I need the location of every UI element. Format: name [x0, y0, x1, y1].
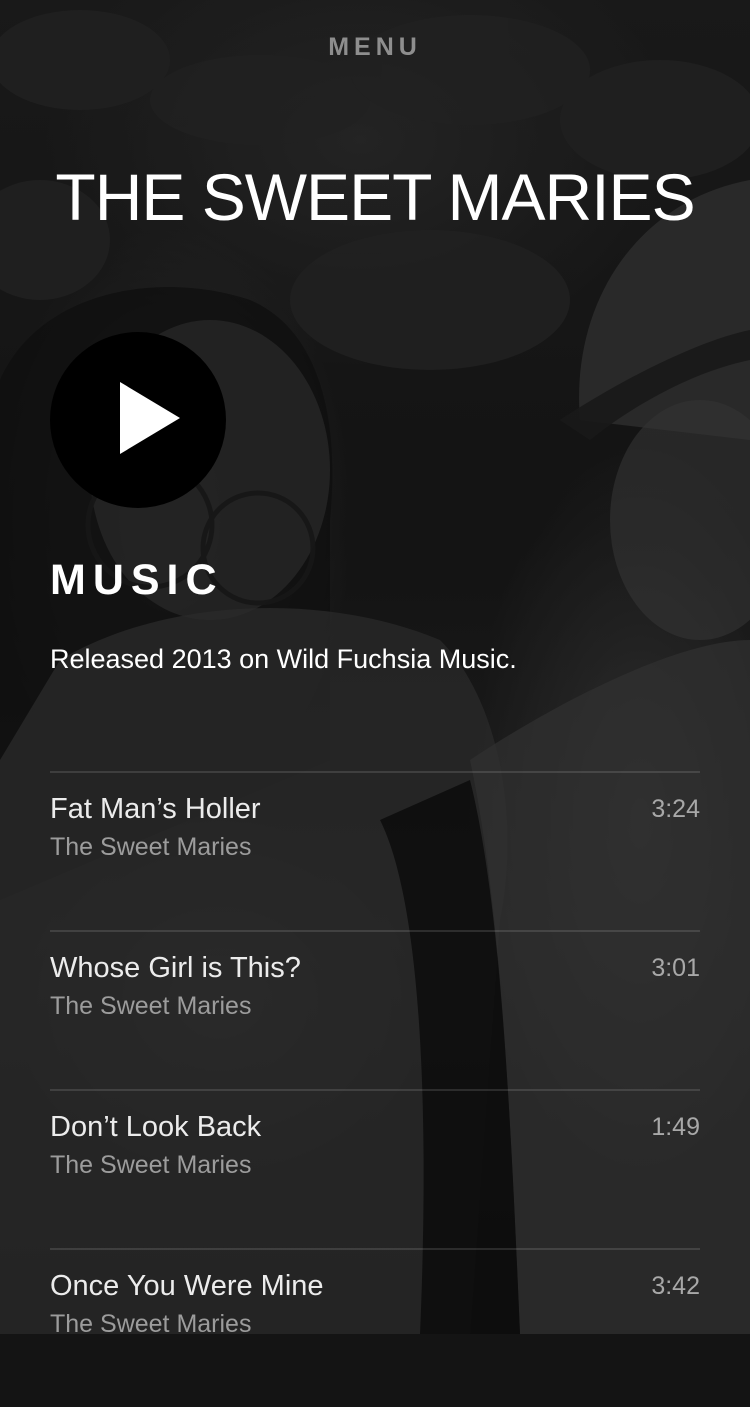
track-title: Whose Girl is This? [50, 952, 301, 984]
track-artist: The Sweet Maries [50, 833, 252, 861]
track-row[interactable]: Fat Man’s Holler The Sweet Maries 3:24 [50, 771, 700, 930]
track-duration: 3:24 [651, 795, 700, 823]
track-duration: 3:42 [651, 1272, 700, 1300]
track-duration: 3:01 [651, 954, 700, 982]
track-artist: The Sweet Maries [50, 992, 252, 1020]
release-info: Released 2013 on Wild Fuchsia Music. [50, 644, 517, 674]
track-title: Don’t Look Back [50, 1111, 262, 1143]
track-title: Fat Man’s Holler [50, 793, 261, 825]
track-row[interactable]: Whose Girl is This? The Sweet Maries 3:0… [50, 930, 700, 1089]
site-title: THE SWEET MARIES [55, 160, 695, 234]
play-icon [120, 382, 180, 454]
track-title: Once You Were Mine [50, 1270, 324, 1302]
track-list: Fat Man’s Holler The Sweet Maries 3:24 W… [50, 771, 700, 1407]
menu-button[interactable]: MENU [0, 33, 750, 62]
track-duration: 1:49 [651, 1113, 700, 1141]
track-artist: The Sweet Maries [50, 1310, 252, 1338]
play-button[interactable] [50, 332, 226, 508]
track-row[interactable]: Once You Were Mine The Sweet Maries 3:42 [50, 1248, 700, 1407]
section-heading: MUSIC [50, 556, 224, 604]
track-row[interactable]: Don’t Look Back The Sweet Maries 1:49 [50, 1089, 700, 1248]
track-artist: The Sweet Maries [50, 1151, 252, 1179]
